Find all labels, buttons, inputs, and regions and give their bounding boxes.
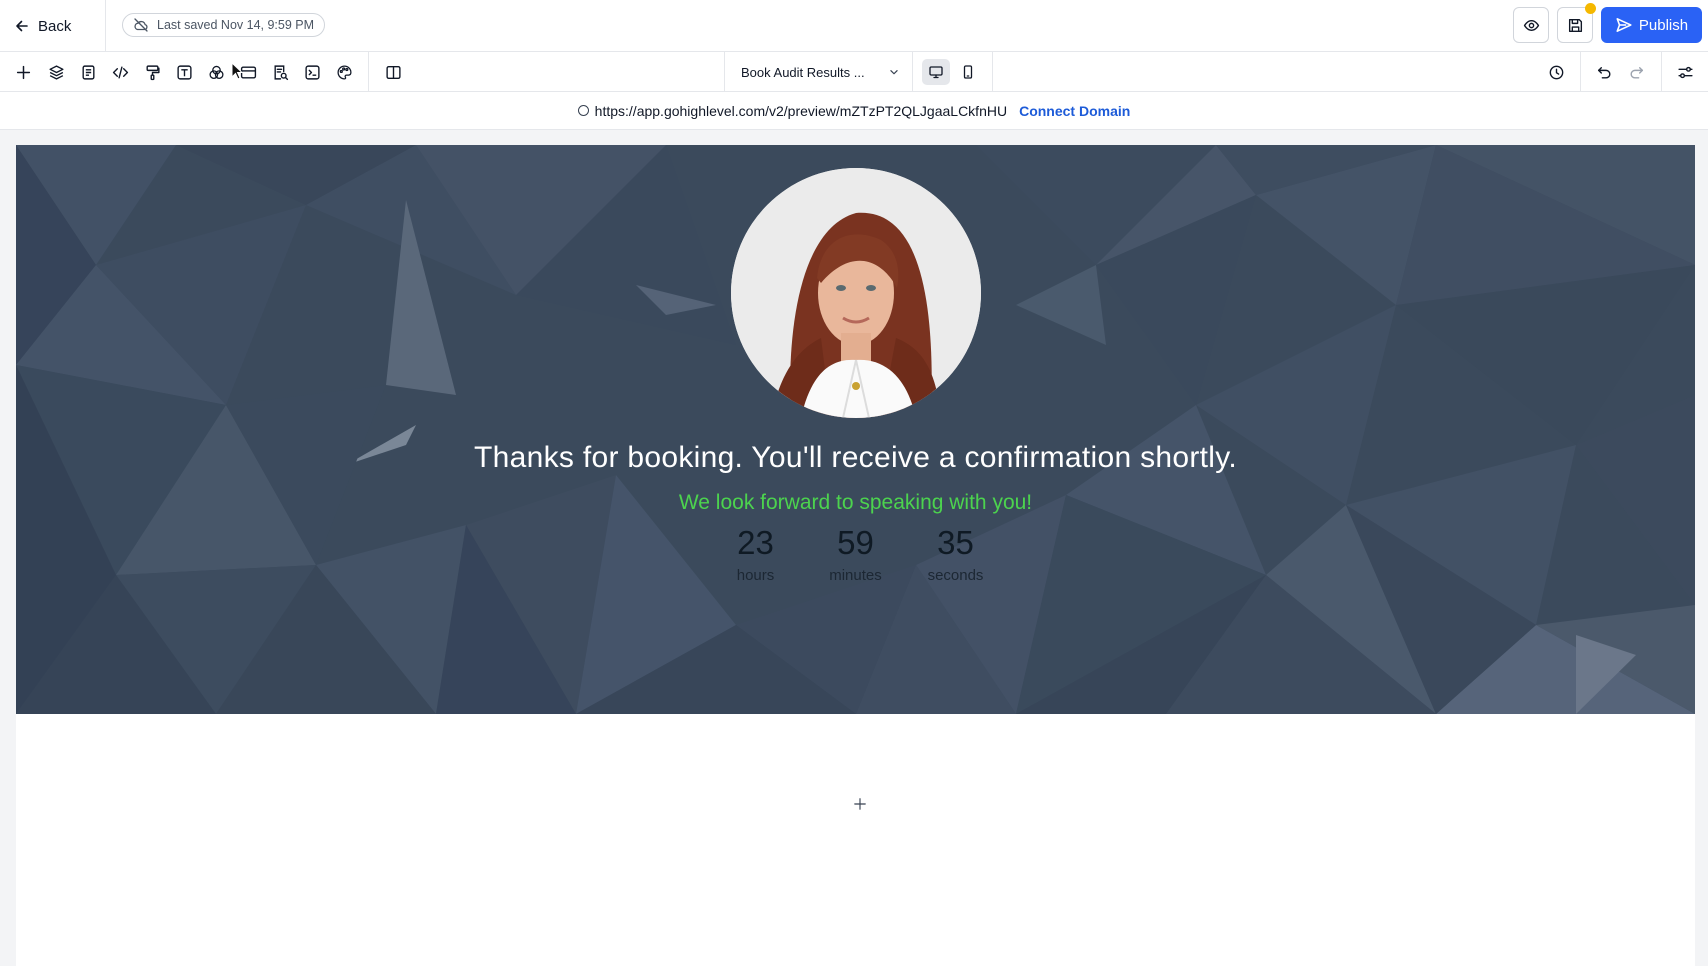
search-doc-icon (273, 64, 288, 80)
divider (1580, 52, 1581, 92)
portrait-image (731, 168, 981, 418)
tracking-code-button[interactable] (300, 60, 324, 84)
connect-domain-link[interactable]: Connect Domain (1019, 103, 1130, 119)
countdown-label: seconds (927, 567, 984, 584)
divider (992, 52, 993, 92)
undo-button[interactable] (1592, 60, 1616, 84)
mobile-icon (963, 65, 973, 79)
colors-button[interactable] (204, 60, 228, 84)
split-view-button[interactable] (381, 60, 405, 84)
countdown-value: 23 (737, 524, 774, 561)
redo-button[interactable] (1624, 60, 1648, 84)
preview-url-text: https://app.gohighlevel.com/v2/preview/m… (594, 102, 1008, 119)
divider (105, 0, 106, 52)
page-icon (81, 64, 95, 80)
paint-roller-icon (145, 64, 160, 80)
save-status-badge: Last saved Nov 14, 9:59 PM (122, 13, 326, 37)
save-status-text: Last saved Nov 14, 9:59 PM (157, 18, 315, 32)
editor-toolbar: Book Audit Results ... (0, 52, 1708, 92)
countdown-value: 59 (837, 524, 874, 561)
back-button[interactable]: Back (14, 13, 71, 39)
countdown-value: 35 (937, 524, 974, 561)
preview-url-bar: https://app.gohighlevel.com/v2/preview/m… (0, 92, 1708, 130)
countdown-label: hours (736, 567, 775, 584)
palette-icon (336, 64, 352, 80)
confirmation-subheadline: We look forward to speaking with you! (678, 491, 1033, 514)
page-selector-label: Book Audit Results ... (741, 64, 865, 80)
chevron-down-icon (890, 70, 898, 75)
countdown-hours: 23 hours (723, 523, 789, 584)
code-button[interactable] (108, 60, 132, 84)
top-bar: Back Last saved Nov 14, 9:59 PM Publish (0, 0, 1708, 52)
countdown-label: minutes (829, 567, 882, 584)
publish-label: Publish (1638, 16, 1689, 34)
mobile-view-button[interactable] (954, 59, 982, 85)
layers-icon (48, 64, 64, 80)
add-element-button[interactable] (11, 60, 35, 84)
send-icon (1616, 18, 1632, 32)
columns-icon (385, 65, 401, 79)
hero-section[interactable]: Thanks for booking. You'll receive a con… (16, 145, 1695, 714)
cloud-off-icon (134, 18, 148, 32)
divider (724, 52, 725, 92)
pages-button[interactable] (76, 60, 100, 84)
divider (1661, 52, 1662, 92)
desktop-view-button[interactable] (922, 59, 950, 85)
page-selector-dropdown[interactable]: Book Audit Results ... (741, 58, 901, 86)
eye-icon (1523, 19, 1539, 31)
theme-button[interactable] (332, 60, 356, 84)
countdown-timer: 23 hours 59 minutes 35 seconds (16, 523, 1695, 584)
preview-url[interactable]: https://app.gohighlevel.com/v2/preview/m… (577, 102, 1008, 119)
back-label: Back (38, 17, 72, 35)
settings-button[interactable] (1673, 60, 1697, 84)
confirmation-headline: Thanks for booking. You'll receive a con… (474, 441, 1237, 474)
status-circle-icon (577, 105, 589, 116)
redo-icon (1630, 66, 1643, 79)
layers-button[interactable] (44, 60, 68, 84)
arrow-left-icon (16, 20, 28, 32)
terminal-icon (304, 64, 320, 80)
countdown-minutes: 59 minutes (823, 523, 889, 584)
divider (912, 52, 913, 92)
floppy-disk-icon (1568, 18, 1582, 32)
color-circles-icon (208, 65, 224, 79)
page-preview: Thanks for booking. You'll receive a con… (16, 145, 1695, 966)
divider (368, 52, 369, 92)
mouse-cursor-icon (231, 62, 243, 80)
text-icon (176, 64, 192, 80)
history-button[interactable] (1544, 60, 1568, 84)
undo-icon (1597, 66, 1610, 79)
code-icon (112, 65, 128, 79)
history-icon (1549, 65, 1563, 79)
desktop-icon (929, 66, 943, 79)
seo-button[interactable] (268, 60, 292, 84)
countdown-seconds: 35 seconds (923, 523, 989, 584)
unsaved-indicator (1585, 3, 1596, 14)
save-button[interactable] (1557, 3, 1596, 43)
add-section-button[interactable] (849, 793, 871, 815)
publish-button[interactable]: Publish (1601, 7, 1702, 43)
plus-icon (854, 798, 866, 810)
typography-button[interactable] (172, 60, 196, 84)
sliders-icon (1677, 66, 1693, 78)
styles-button[interactable] (140, 60, 164, 84)
profile-photo[interactable] (731, 168, 981, 418)
editor-canvas: Thanks for booking. You'll receive a con… (0, 130, 1708, 966)
plus-icon (16, 65, 30, 79)
preview-button[interactable] (1513, 7, 1549, 43)
